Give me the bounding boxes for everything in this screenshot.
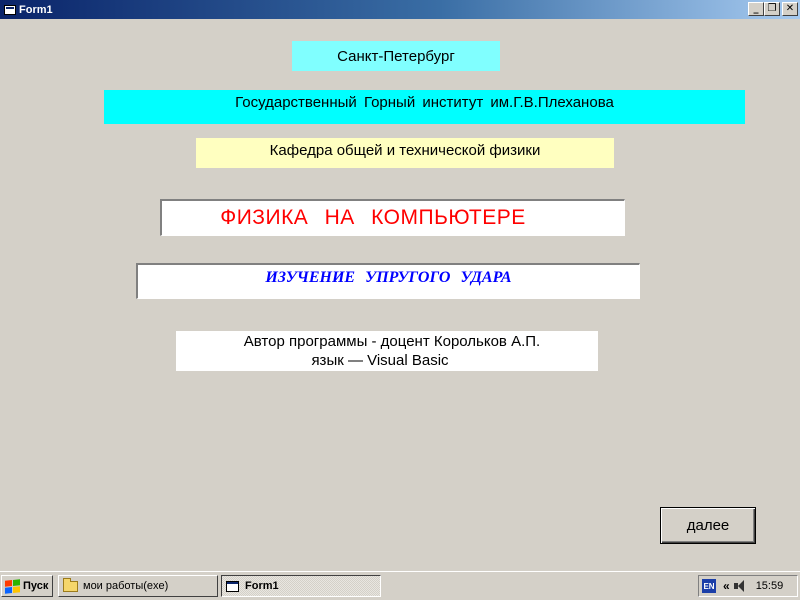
- author-line: Автор программы - доцент Корольков А.П.: [243, 333, 541, 350]
- taskbar: Пуск мои работы(exe) Form1 EN « 15:59: [0, 571, 800, 600]
- form-icon: [226, 580, 239, 592]
- language-indicator[interactable]: EN: [702, 579, 716, 593]
- program-title-box: ФИЗИКА НА КОМПЬЮТЕРЕ: [160, 199, 625, 236]
- language-line: язык — Visual Basic: [311, 352, 449, 369]
- start-label: Пуск: [23, 580, 49, 592]
- author-label: Автор программы - доцент Корольков А.П. …: [176, 331, 598, 371]
- department-label: Кафедра общей и технической физики: [196, 138, 614, 168]
- volume-icon[interactable]: [733, 580, 744, 592]
- taskbar-item-label: Form1: [245, 580, 279, 592]
- form-icon: [4, 4, 16, 15]
- window-title: Form1: [19, 3, 53, 16]
- show-hidden-icons-chevron-icon[interactable]: «: [723, 579, 730, 593]
- system-tray: EN « 15:59: [698, 575, 798, 597]
- start-button[interactable]: Пуск: [1, 575, 53, 597]
- taskbar-item-my-works[interactable]: мои работы(exe): [58, 575, 218, 597]
- window-title-bar[interactable]: Form1 _ ❐ ✕: [0, 0, 800, 19]
- folder-icon: [63, 577, 78, 592]
- window-controls: _ ❐ ✕: [748, 2, 798, 16]
- minimize-button[interactable]: _: [748, 2, 764, 16]
- restore-button[interactable]: ❐: [764, 2, 780, 16]
- next-button[interactable]: далее: [660, 507, 756, 544]
- topic-title: ИЗУЧЕНИЕ УПРУГОГО УДАРА: [265, 268, 512, 286]
- city-label: Санкт-Петербург: [292, 41, 500, 71]
- windows-logo-icon: [5, 578, 20, 594]
- taskbar-item-label: мои работы(exe): [83, 580, 169, 592]
- close-button[interactable]: ✕: [782, 2, 798, 16]
- taskbar-item-form1[interactable]: Form1: [221, 575, 381, 597]
- institute-label: Государственный Горный институт им.Г.В.П…: [104, 90, 745, 124]
- program-title: ФИЗИКА НА КОМПЬЮТЕРЕ: [220, 206, 526, 229]
- topic-box: ИЗУЧЕНИЕ УПРУГОГО УДАРА: [136, 263, 640, 299]
- clock[interactable]: 15:59: [756, 580, 784, 592]
